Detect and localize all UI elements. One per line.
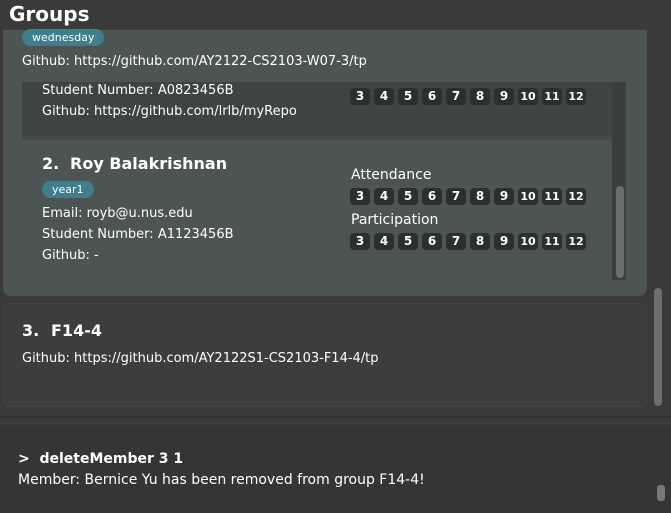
group-list-scrollbar-thumb[interactable]	[654, 288, 662, 406]
member-list[interactable]: Student Number: A0823456B Github: https:…	[22, 82, 612, 280]
week-badge[interactable]: 7	[446, 88, 466, 105]
week-badge[interactable]: 12	[566, 88, 586, 105]
week-badge[interactable]: 4	[374, 233, 394, 250]
group-index: 3.	[22, 321, 40, 340]
week-badge[interactable]: 10	[518, 88, 538, 105]
group-name: F14-4	[51, 321, 102, 340]
group-github: Github: https://github.com/AY2122-CS2103…	[22, 54, 367, 69]
attendance-weeks: 3 4 5 6 7 8 9 10 11 12	[350, 88, 586, 105]
attendance-label: Attendance	[351, 167, 432, 183]
week-badge[interactable]: 3	[350, 188, 370, 205]
week-badge[interactable]: 12	[566, 188, 586, 205]
member-student-number: Student Number: A0823456B	[42, 83, 234, 98]
week-badge[interactable]: 7	[446, 188, 466, 205]
week-badge[interactable]: 3	[350, 88, 370, 105]
group-github: Github: https://github.com/AY2122S1-CS21…	[22, 351, 379, 366]
member-email: Email: royb@u.nus.edu	[42, 206, 193, 221]
command-text: deleteMember 3 1	[39, 451, 184, 467]
week-badge[interactable]: 5	[398, 188, 418, 205]
week-badge[interactable]: 11	[542, 233, 562, 250]
result-display[interactable]	[0, 425, 671, 513]
week-badge[interactable]: 9	[494, 188, 514, 205]
command-echo: > deleteMember 3 1	[18, 451, 183, 467]
attendance-weeks: 3 4 5 6 7 8 9 10 11 12	[350, 188, 586, 205]
member-list-scrollbar-thumb[interactable]	[616, 186, 624, 278]
member-github: Github: -	[42, 248, 99, 263]
week-badge[interactable]: 6	[422, 88, 442, 105]
member-card[interactable]: 2. Roy Balakrishnan year1 Email: royb@u.…	[22, 140, 612, 280]
week-badge[interactable]: 8	[470, 188, 490, 205]
member-student-number: Student Number: A1123456B	[42, 227, 234, 242]
week-badge[interactable]: 9	[494, 233, 514, 250]
week-badge[interactable]: 6	[422, 188, 442, 205]
week-badge[interactable]: 11	[542, 88, 562, 105]
week-badge[interactable]: 4	[374, 188, 394, 205]
week-badge[interactable]: 5	[398, 88, 418, 105]
member-tag: year1	[42, 181, 94, 198]
week-badge[interactable]: 8	[470, 88, 490, 105]
divider	[0, 416, 671, 418]
week-badge[interactable]: 11	[542, 188, 562, 205]
week-badge[interactable]: 6	[422, 233, 442, 250]
week-badge[interactable]: 4	[374, 88, 394, 105]
week-badge[interactable]: 9	[494, 88, 514, 105]
member-github: Github: https://github.com/lrlb/myRepo	[42, 104, 297, 119]
week-badge[interactable]: 8	[470, 233, 490, 250]
page-title: Groups	[9, 2, 90, 26]
member-name: Roy Balakrishnan	[70, 154, 228, 173]
participation-label: Participation	[351, 212, 439, 228]
week-badge[interactable]: 10	[518, 233, 538, 250]
group-tag: wednesday	[22, 29, 105, 46]
member-index: 2.	[42, 154, 60, 173]
week-badge[interactable]: 12	[566, 233, 586, 250]
week-badge[interactable]: 3	[350, 233, 370, 250]
member-card[interactable]: Student Number: A0823456B Github: https:…	[22, 82, 612, 136]
result-scrollbar-thumb[interactable]	[657, 485, 665, 501]
prompt-symbol: >	[18, 451, 30, 467]
result-message: Member: Bernice Yu has been removed from…	[18, 472, 425, 488]
week-badge[interactable]: 5	[398, 233, 418, 250]
participation-weeks: 3 4 5 6 7 8 9 10 11 12	[350, 233, 586, 250]
week-badge[interactable]: 10	[518, 188, 538, 205]
week-badge[interactable]: 7	[446, 233, 466, 250]
